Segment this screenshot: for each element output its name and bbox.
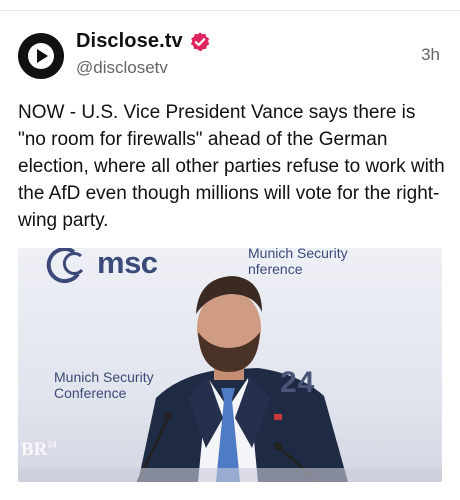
banner-text-top: Munich Security nference — [248, 248, 348, 277]
banner-text-left: Munich Security Conference — [54, 369, 154, 401]
play-circle-icon — [28, 43, 54, 69]
top-divider — [0, 10, 460, 11]
handle[interactable]: @disclosetv — [76, 58, 168, 78]
br24-watermark: BR24 — [21, 439, 56, 461]
msc-logo-text: msc — [97, 248, 158, 280]
watermark-main: BR — [21, 439, 48, 460]
avatar[interactable] — [18, 33, 64, 79]
watermark-sup: 24 — [47, 439, 57, 450]
banner-year: 24 — [280, 366, 316, 399]
display-name[interactable]: Disclose.tv — [76, 30, 183, 53]
verified-badge-icon — [190, 32, 210, 52]
post-timestamp[interactable]: 3h — [421, 45, 440, 65]
post-image[interactable]: msc Munich Security nference Munich Secu… — [18, 248, 442, 482]
speaker-photo — [18, 248, 442, 482]
post-text: NOW - U.S. Vice President Vance says the… — [18, 102, 445, 231]
